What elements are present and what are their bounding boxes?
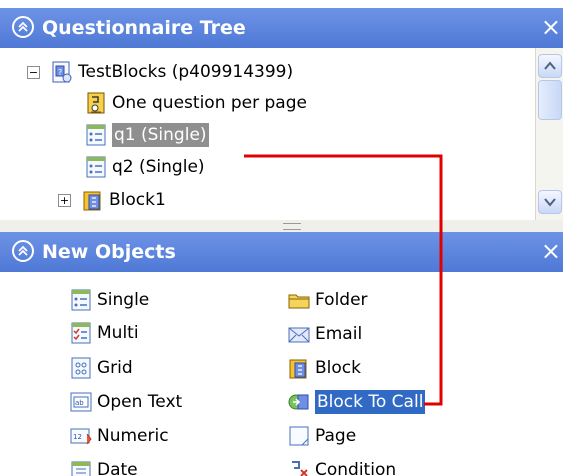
tree-item-q1[interactable]: q1 (Single) (84, 121, 209, 149)
new-object-date[interactable]: Date (69, 456, 138, 476)
tree-scrollbar[interactable] (535, 48, 563, 220)
date-icon (71, 461, 91, 476)
scroll-thumb[interactable] (538, 80, 562, 120)
condition-icon (292, 461, 308, 476)
tree-item-label: q2 (Single) (112, 157, 205, 177)
close-icon[interactable]: × (541, 13, 561, 41)
tree-item-label: Block1 (109, 190, 166, 210)
open-text-icon: ab (70, 392, 92, 412)
new-object-page[interactable]: Page (287, 422, 356, 450)
block-icon (83, 191, 101, 211)
tree-item-q2[interactable]: q2 (Single) (84, 153, 205, 181)
new-object-label: Folder (315, 290, 368, 310)
block-to-call-icon (288, 394, 309, 410)
new-object-label: Numeric (97, 426, 169, 446)
grid-question-icon (71, 357, 91, 379)
new-object-grid[interactable]: Grid (69, 354, 133, 382)
panel-splitter[interactable] (0, 220, 563, 232)
new-object-label: Multi (97, 323, 139, 343)
multi-question-icon (71, 322, 91, 344)
new-object-label: Open Text (97, 392, 183, 412)
new-object-label: Block (315, 358, 361, 378)
new-object-open-text[interactable]: ab Open Text (69, 388, 182, 416)
questionnaire-tree-header[interactable]: Questionnaire Tree × (0, 8, 563, 48)
new-objects-title: New Objects (42, 241, 176, 263)
tree-item-label: q1 (Single) (112, 123, 209, 147)
folder-icon (288, 294, 310, 309)
tree-item-label: TestBlocks (p409914399) (78, 62, 294, 82)
new-object-condition[interactable]: Condition (287, 456, 396, 476)
expand-node-icon[interactable]: + (58, 193, 71, 207)
new-objects-list: Single Multi Grid ab Open Text 12 Numeri… (0, 272, 563, 476)
svg-text:ab: ab (75, 399, 84, 407)
new-object-label: Block To Call (315, 390, 426, 414)
new-object-folder[interactable]: Folder (287, 286, 368, 314)
scroll-down-icon[interactable] (538, 190, 562, 214)
new-object-label: Email (315, 324, 363, 344)
new-object-multi[interactable]: Multi (69, 319, 139, 347)
collapse-icon[interactable] (12, 240, 34, 262)
page-settings-icon (87, 92, 105, 114)
questionnaire-icon: ? (52, 61, 72, 83)
new-object-label: Single (97, 290, 150, 310)
svg-text:?: ? (58, 68, 62, 77)
scroll-up-icon[interactable] (538, 54, 562, 78)
splitter-grip-icon[interactable] (283, 223, 301, 230)
tree-item-block1[interactable]: + Block1 (58, 186, 166, 214)
new-object-email[interactable]: Email (287, 320, 362, 348)
new-object-label: Page (315, 426, 357, 446)
new-object-label: Condition (315, 460, 397, 476)
numeric-icon: 12 (70, 428, 92, 445)
new-object-single[interactable]: Single (69, 286, 149, 314)
questionnaire-tree: − ? TestBlocks (p409914399) One question… (0, 48, 535, 220)
new-object-label: Grid (97, 358, 133, 378)
new-object-label: Date (97, 460, 138, 476)
collapse-icon[interactable] (12, 16, 34, 38)
new-object-block-to-call[interactable]: Block To Call (287, 388, 426, 416)
single-question-icon (86, 124, 106, 146)
collapse-node-icon[interactable]: − (27, 65, 40, 79)
new-objects-header[interactable]: New Objects × (0, 232, 563, 272)
single-question-icon (71, 289, 91, 311)
page-icon (289, 426, 309, 446)
single-question-icon (86, 156, 106, 178)
svg-text:12: 12 (73, 433, 82, 441)
app-root: Questionnaire Tree × − ? TestBlocks (p40… (0, 0, 563, 476)
questionnaire-tree-title: Questionnaire Tree (42, 17, 246, 39)
new-object-numeric[interactable]: 12 Numeric (69, 422, 169, 450)
block-icon (289, 359, 307, 379)
tree-item-label: One question per page (112, 93, 307, 113)
close-icon[interactable]: × (541, 237, 561, 265)
tree-item-one-question-per-page[interactable]: One question per page (84, 89, 307, 117)
email-icon (288, 327, 310, 343)
tree-item-root[interactable]: − ? TestBlocks (p409914399) (27, 58, 293, 86)
new-object-block[interactable]: Block (287, 354, 361, 382)
